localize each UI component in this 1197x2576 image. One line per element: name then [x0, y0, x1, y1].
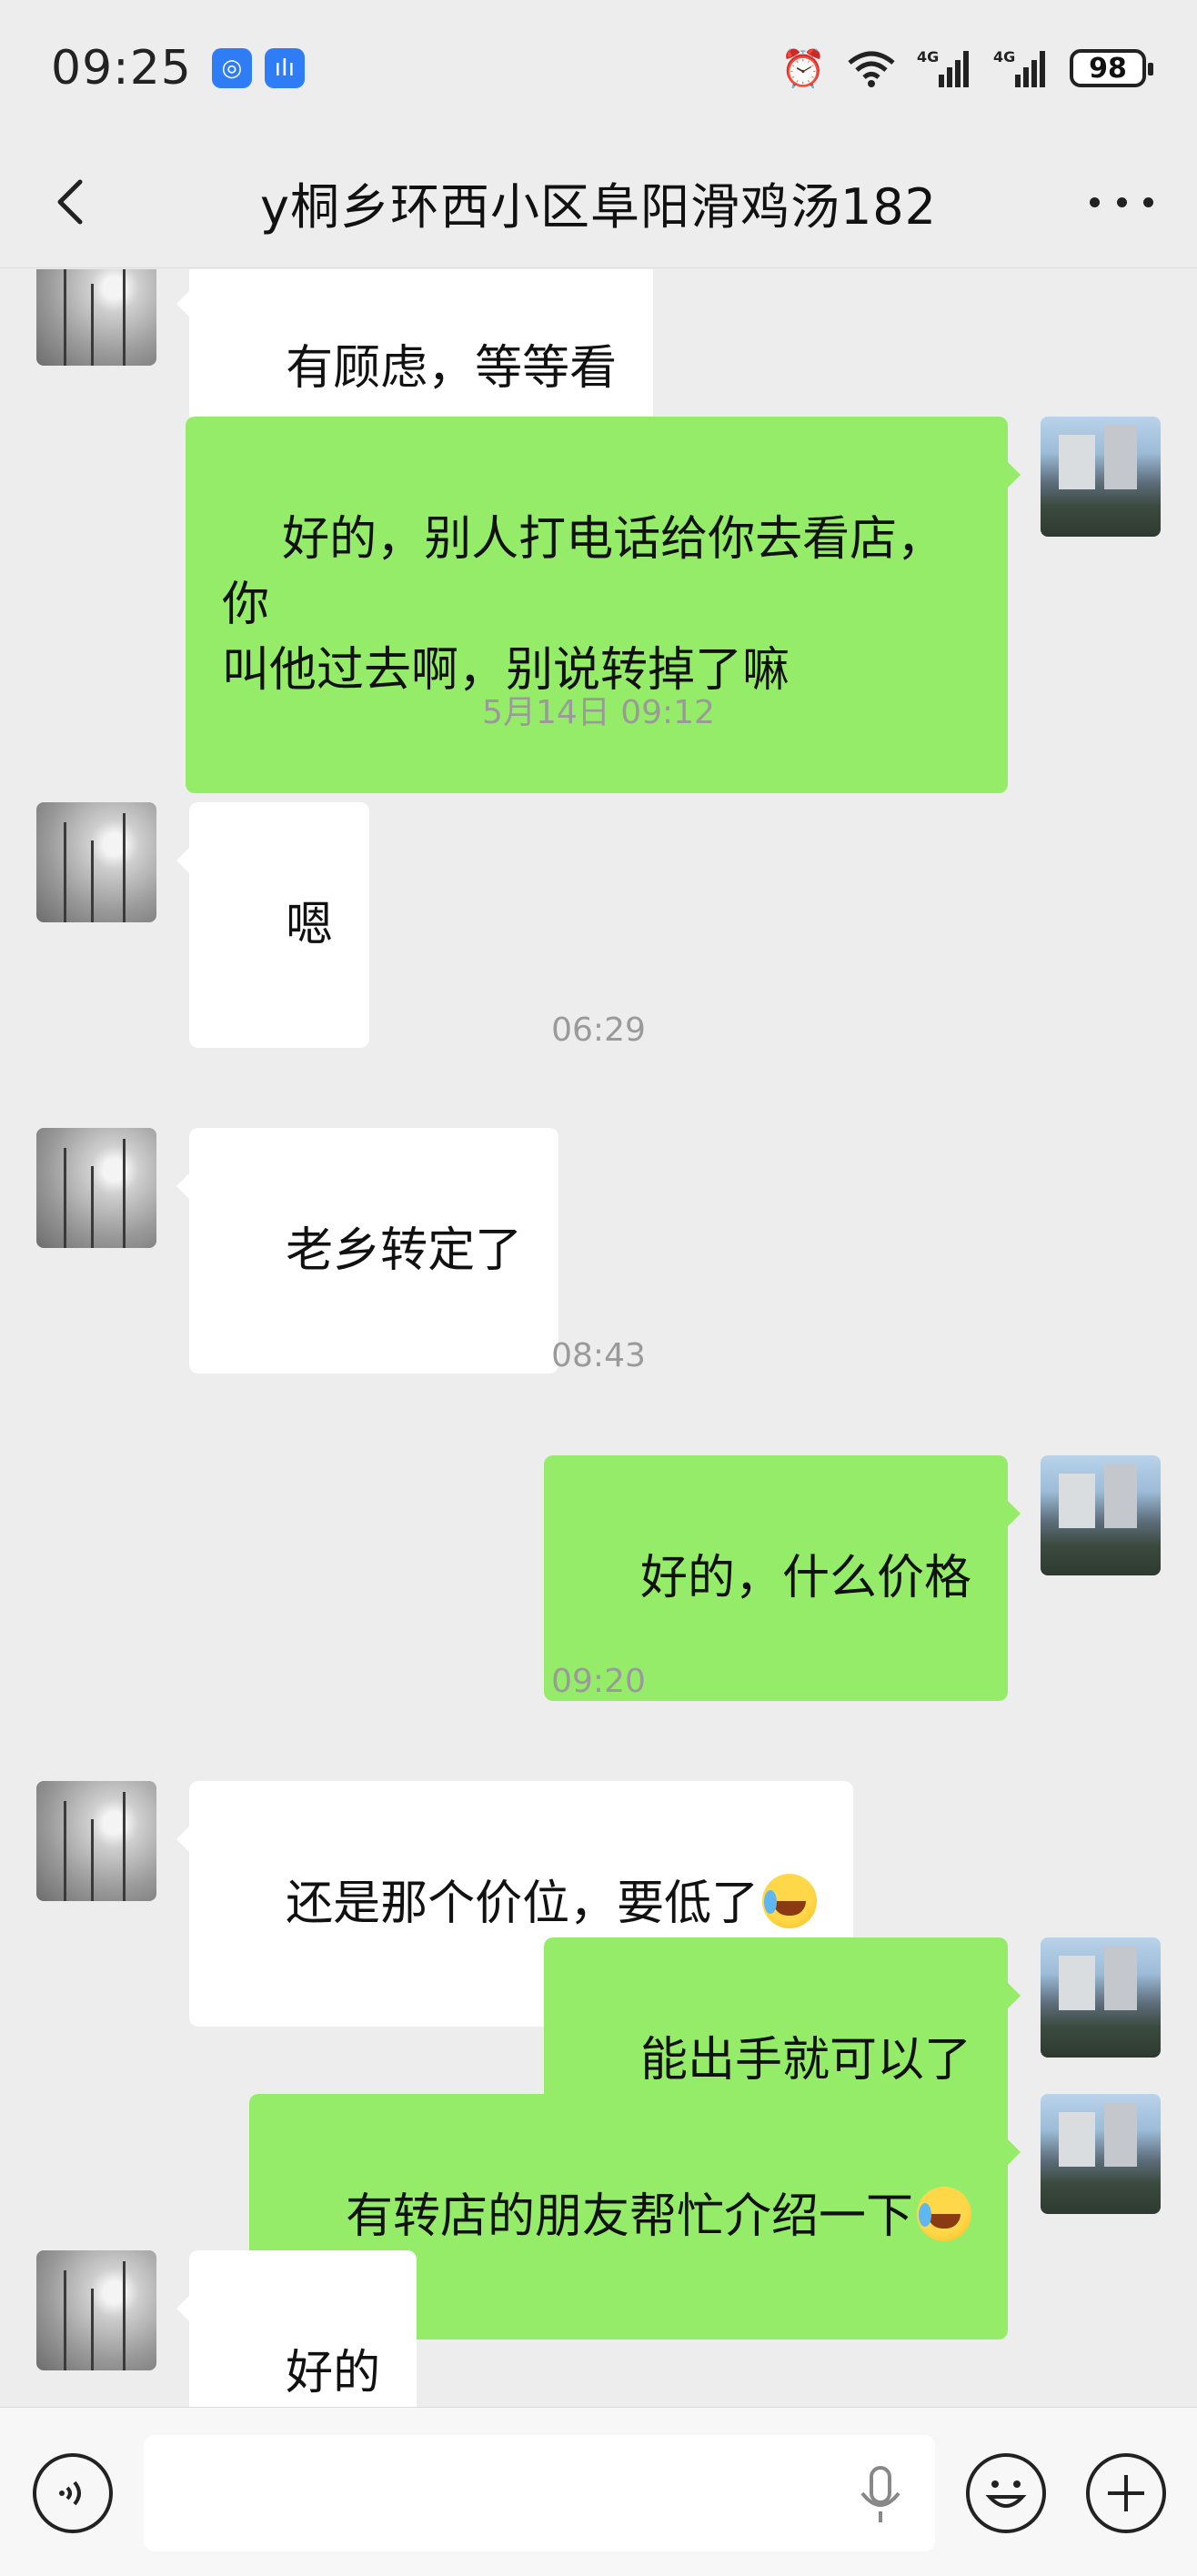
chat-title: y桐乡环西小区阜阳滑鸡汤182: [259, 177, 938, 236]
message-bubble[interactable]: 好的: [176, 2250, 417, 2407]
contact-avatar[interactable]: [36, 1128, 156, 1248]
message-text: 老乡转定了: [286, 1223, 523, 1278]
my-avatar[interactable]: [1041, 1455, 1161, 1575]
message-text: 能出手就可以了: [639, 2033, 971, 2088]
my-avatar[interactable]: [1041, 1937, 1161, 2058]
face-with-tears-of-joy-icon: [762, 1874, 818, 1928]
contact-avatar[interactable]: [36, 2250, 156, 2370]
status-bar: 09:25 ◎ ıIı ⏰ 4G 4G 98: [0, 0, 1197, 136]
message-text: 好的: [286, 2346, 381, 2400]
status-time: 09:25: [51, 41, 192, 96]
message-text: 嗯: [286, 898, 334, 952]
message-text: 有顾虑，等等看: [286, 341, 618, 396]
microphone-icon[interactable]: [853, 2464, 908, 2528]
message-bubble[interactable]: 好的，别人打电话给你去看店，你 叫他过去啊，别说转掉了嘛: [186, 417, 1021, 793]
emoji-icon[interactable]: [966, 2453, 1046, 2533]
battery-icon: 98: [1070, 49, 1153, 87]
voice-app-icon: ıIı: [264, 48, 305, 88]
message-list[interactable]: 有顾虑，等等看 好的，别人打电话给你去看店，你 叫他过去啊，别说转掉了嘛 5月1…: [0, 269, 1197, 2407]
contact-avatar[interactable]: [36, 1781, 156, 1901]
message-timestamp: 5月14日 09:12: [482, 694, 715, 731]
svg-text:4G: 4G: [917, 48, 939, 65]
back-icon[interactable]: [45, 175, 100, 229]
message-text: 还是那个价位，要低了: [286, 1877, 759, 1931]
rolling-on-floor-laughing-icon: [917, 2187, 971, 2241]
my-avatar[interactable]: [1041, 2094, 1161, 2214]
wifi-icon: [848, 51, 895, 87]
message-text: 有转店的朋友帮忙介绍一下: [345, 2189, 913, 2244]
browser-icon: ◎: [211, 48, 252, 88]
input-bar: [0, 2407, 1197, 2576]
contact-avatar[interactable]: [36, 269, 156, 366]
contact-avatar[interactable]: [36, 802, 156, 922]
message-timestamp: 08:43: [551, 1337, 646, 1374]
plus-icon[interactable]: [1086, 2453, 1166, 2533]
message-text: 好的，别人打电话给你去看店，你 叫他过去啊，别说转掉了嘛: [222, 512, 945, 698]
voice-toggle-icon[interactable]: [33, 2453, 113, 2533]
battery-level: 98: [1089, 52, 1127, 85]
chat-header: y桐乡环西小区阜阳滑鸡汤182: [0, 136, 1197, 268]
message-input[interactable]: [144, 2435, 935, 2551]
signal-4g-icon: 4G: [993, 48, 1045, 87]
message-text: 好的，什么价格: [639, 1551, 971, 1605]
signal-4g-icon: 4G: [917, 48, 969, 87]
alarm-icon: ⏰: [780, 47, 826, 90]
message-timestamp: 09:20: [551, 1663, 646, 1700]
more-options-icon[interactable]: [1090, 176, 1153, 227]
svg-text:4G: 4G: [993, 48, 1015, 65]
my-avatar[interactable]: [1041, 417, 1161, 537]
message-timestamp: 06:29: [551, 1011, 646, 1049]
